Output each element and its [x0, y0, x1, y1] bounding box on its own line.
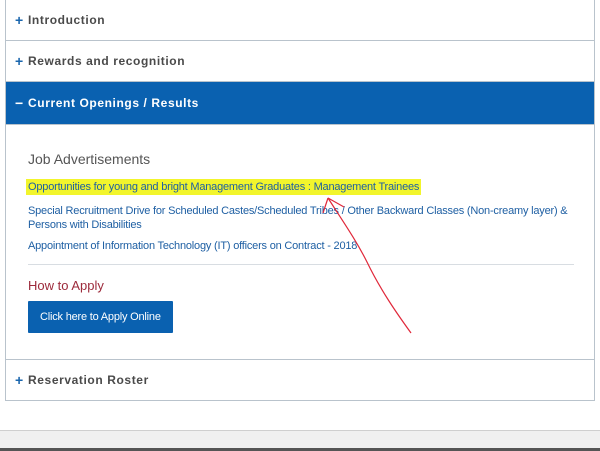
divider	[28, 264, 574, 265]
how-to-apply-title: How to Apply	[28, 278, 104, 293]
it-officers-link[interactable]: Appointment of Information Technology (I…	[28, 239, 574, 253]
job-advertisements-title: Job Advertisements	[28, 151, 151, 167]
rewards-header[interactable]: + Rewards and recognition	[6, 41, 594, 81]
accordion-item-reservation-roster: + Reservation Roster	[5, 360, 595, 401]
current-openings-label: Current Openings / Results	[28, 96, 199, 110]
introduction-header[interactable]: + Introduction	[6, 0, 594, 40]
accordion-item-rewards: + Rewards and recognition	[5, 41, 595, 82]
introduction-label: Introduction	[28, 13, 106, 27]
expand-icon: +	[15, 12, 24, 28]
management-trainees-link[interactable]: Opportunities for young and bright Manag…	[26, 179, 422, 195]
collapse-icon: −	[15, 95, 24, 111]
current-openings-header[interactable]: − Current Openings / Results	[6, 82, 594, 124]
reservation-roster-label: Reservation Roster	[28, 373, 149, 387]
expand-icon: +	[15, 372, 24, 388]
special-recruitment-link[interactable]: Special Recruitment Drive for Scheduled …	[28, 204, 574, 232]
accordion: + Introduction + Rewards and recognition…	[5, 0, 595, 401]
current-openings-panel: Job Advertisements Opportunities for you…	[6, 124, 594, 359]
bottom-bar	[0, 430, 600, 451]
apply-online-button[interactable]: Click here to Apply Online	[28, 301, 173, 333]
expand-icon: +	[15, 53, 24, 69]
reservation-roster-header[interactable]: + Reservation Roster	[6, 360, 594, 400]
rewards-label: Rewards and recognition	[28, 54, 186, 68]
accordion-item-current-openings: − Current Openings / Results Job Adverti…	[5, 82, 595, 360]
accordion-item-introduction: + Introduction	[5, 0, 595, 41]
